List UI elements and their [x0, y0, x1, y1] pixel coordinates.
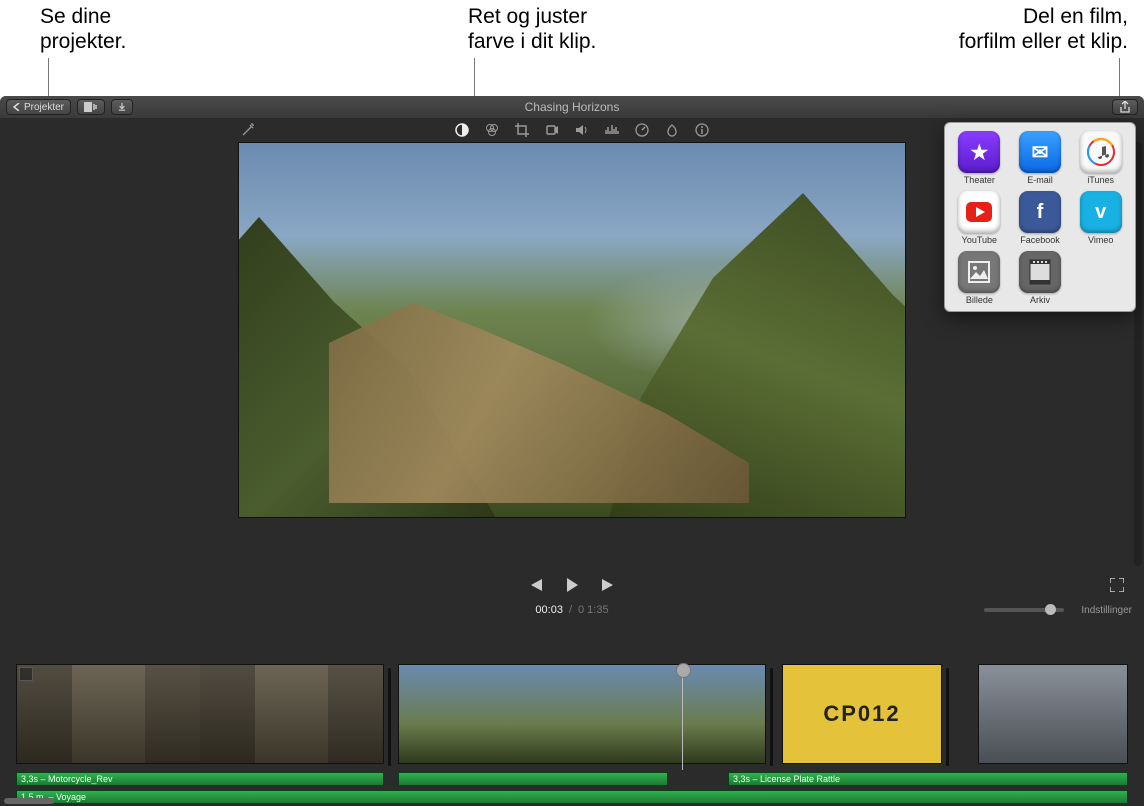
share-label-facebook: Facebook: [1020, 235, 1060, 245]
clip-transition-handle[interactable]: [946, 668, 949, 766]
share-label-image: Billede: [966, 295, 993, 305]
clip-thumb: [200, 665, 383, 763]
itunes-icon: [1080, 131, 1122, 173]
playback-controls: [0, 572, 1144, 600]
image-icon: [958, 251, 1000, 293]
audio-row-2: 1,5 m. – Voyage: [16, 790, 1128, 806]
playhead[interactable]: [682, 664, 683, 770]
projects-button-label: Projekter: [24, 102, 64, 113]
clip-marker-icon: [19, 667, 33, 681]
download-icon: [118, 102, 126, 112]
color-correction-icon[interactable]: [484, 122, 500, 138]
callout-projects-line: [48, 58, 49, 98]
volume-icon[interactable]: [574, 122, 590, 138]
chevron-left-icon: [13, 103, 21, 111]
share-item-vimeo[interactable]: v Vimeo: [1070, 191, 1131, 245]
clip-thumb: [17, 665, 200, 763]
audio-clip-voyage[interactable]: 1,5 m. – Voyage: [16, 790, 1128, 804]
time-total: 0 1:35: [578, 604, 609, 616]
clip-thumb: [979, 665, 1127, 763]
facebook-icon: f: [1019, 191, 1061, 233]
audio-clip-motorcycle[interactable]: 3,3s – Motorcycle_Rev: [16, 772, 384, 786]
audio-row-1: 3,3s – Motorcycle_Rev 3,3s – License Pla…: [16, 772, 1128, 788]
fullscreen-button[interactable]: [1110, 578, 1124, 595]
next-frame-button[interactable]: [600, 578, 616, 595]
settings-button[interactable]: Indstillinger: [1081, 605, 1132, 616]
clip-thumb: CP012: [783, 665, 941, 763]
viewer-frame[interactable]: [238, 142, 906, 518]
import-button[interactable]: [111, 99, 133, 115]
youtube-icon: [958, 191, 1000, 233]
callout-color: Ret og juster farve i dit klip.: [468, 4, 596, 54]
email-icon: ✉: [1019, 131, 1061, 173]
timeline: CP012 3,3s – Motorcycle_Rev 3,3s – Licen…: [0, 658, 1144, 806]
prev-frame-button[interactable]: [528, 578, 544, 595]
clip-bike[interactable]: [978, 664, 1128, 764]
share-label-theater: Theater: [964, 175, 995, 185]
share-item-archive[interactable]: Arkiv: [1010, 251, 1071, 305]
clips-row: CP012: [16, 664, 1128, 770]
share-icon: [1119, 101, 1131, 113]
audio-clip-mtn[interactable]: [398, 772, 668, 786]
share-item-image[interactable]: Billede: [949, 251, 1010, 305]
audio-clip-plate[interactable]: 3,3s – License Plate Rattle: [728, 772, 1128, 786]
magic-wand-icon[interactable]: [240, 122, 256, 138]
color-balance-icon[interactable]: [454, 122, 470, 138]
time-current: 00:03: [535, 604, 563, 616]
theater-icon: ★: [958, 131, 1000, 173]
clip-transition-handle[interactable]: [388, 668, 391, 766]
clip-thumb: [582, 665, 765, 763]
noise-reduction-icon[interactable]: [604, 122, 620, 138]
callout-projects: Se dine projekter.: [40, 4, 126, 54]
play-button[interactable]: [564, 577, 580, 596]
clip-transition-handle[interactable]: [770, 668, 773, 766]
share-label-archive: Arkiv: [1030, 295, 1050, 305]
clip-thumb: [399, 665, 582, 763]
zoom-slider[interactable]: [984, 608, 1064, 612]
timeline-scrollbar[interactable]: [4, 798, 54, 804]
callout-share: Del en film, forfilm eller et klip.: [959, 4, 1128, 54]
share-label-vimeo: Vimeo: [1088, 235, 1113, 245]
share-item-youtube[interactable]: YouTube: [949, 191, 1010, 245]
media-button[interactable]: [77, 99, 105, 115]
share-popover: ★ Theater ✉ E-mail iTunes YouTube f Facebook v Vi…: [944, 122, 1136, 312]
media-icon: [84, 102, 98, 112]
share-label-youtube: YouTube: [962, 235, 997, 245]
app-window: Projekter Chasing Horizons: [0, 96, 1144, 806]
vimeo-icon: v: [1080, 191, 1122, 233]
crop-icon[interactable]: [514, 122, 530, 138]
filter-icon[interactable]: [664, 122, 680, 138]
archive-icon: [1019, 251, 1061, 293]
project-title: Chasing Horizons: [525, 100, 620, 114]
share-label-email: E-mail: [1027, 175, 1053, 185]
titlebar: Projekter Chasing Horizons: [0, 96, 1144, 118]
stabilize-icon[interactable]: [544, 122, 560, 138]
share-item-theater[interactable]: ★ Theater: [949, 131, 1010, 185]
projects-button[interactable]: Projekter: [6, 99, 71, 115]
share-item-email[interactable]: ✉ E-mail: [1010, 131, 1071, 185]
time-bar: 00:03 / 0 1:35 Indstillinger: [0, 600, 1144, 620]
clip-mtn[interactable]: [398, 664, 766, 764]
share-button[interactable]: [1112, 99, 1138, 115]
share-item-itunes[interactable]: iTunes: [1070, 131, 1131, 185]
share-label-itunes: iTunes: [1087, 175, 1114, 185]
speed-icon[interactable]: [634, 122, 650, 138]
share-item-facebook[interactable]: f Facebook: [1010, 191, 1071, 245]
clip-street[interactable]: [16, 664, 384, 764]
clip-plate[interactable]: CP012: [782, 664, 942, 764]
callout-share-line: [1119, 58, 1120, 98]
info-icon[interactable]: [694, 122, 710, 138]
